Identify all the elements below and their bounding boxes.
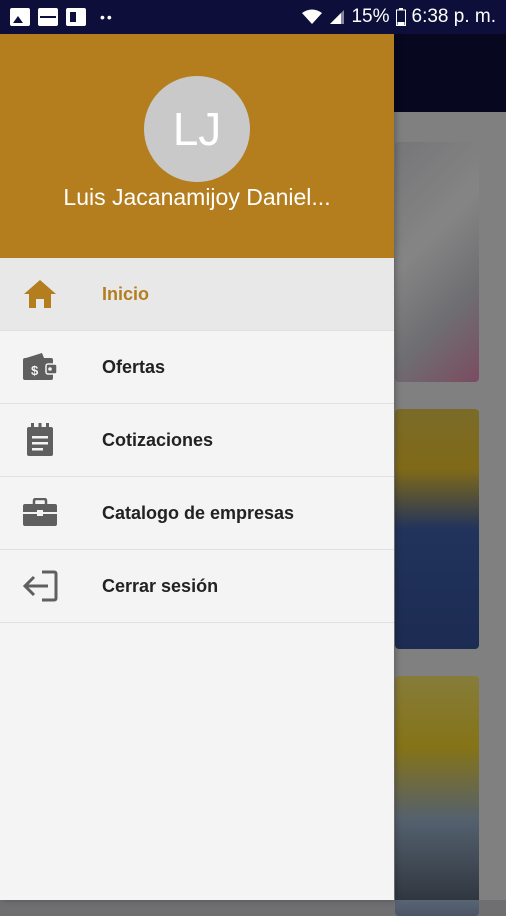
- menu-item-label: Catalogo de empresas: [102, 502, 295, 523]
- activity-notification-icon: [38, 8, 58, 26]
- wifi-icon: [301, 9, 323, 25]
- drawer-header: LJ Luis Jacanamijoy Daniel...: [0, 34, 394, 258]
- flipboard-notification-icon: [66, 8, 86, 26]
- menu-item-label: Ofertas: [102, 356, 166, 377]
- home-icon: [21, 275, 59, 313]
- user-name: Luis Jacanamijoy Daniel...: [63, 184, 331, 210]
- menu-item-ofertas[interactable]: $ Ofertas: [0, 331, 394, 404]
- battery-icon: [395, 8, 406, 26]
- signal-icon: [329, 9, 345, 25]
- wallet-icon: $: [21, 348, 59, 386]
- menu-item-label: Inicio: [102, 283, 150, 304]
- avatar[interactable]: LJ: [144, 76, 250, 182]
- status-bar: •• 15% 6:38 p. m.: [0, 0, 506, 34]
- menu-item-label: Cerrar sesión: [102, 575, 219, 596]
- menu-item-catalogo-de-empresas[interactable]: Catalogo de empresas: [0, 477, 394, 550]
- menu-item-cotizaciones[interactable]: Cotizaciones: [0, 404, 394, 477]
- battery-percent: 15%: [351, 6, 390, 27]
- navigation-drawer: LJ Luis Jacanamijoy Daniel... Inicio $ O…: [0, 34, 394, 900]
- more-notifications-icon: ••: [100, 9, 114, 25]
- clock: 6:38 p. m.: [411, 6, 497, 27]
- briefcase-icon: [21, 494, 59, 532]
- svg-text:$: $: [31, 363, 39, 378]
- menu-item-inicio[interactable]: Inicio: [0, 258, 394, 331]
- menu-item-label: Cotizaciones: [102, 429, 214, 450]
- clipboard-icon: [21, 421, 59, 459]
- image-notification-icon: [10, 8, 30, 26]
- logout-icon: [21, 567, 59, 605]
- menu-item-cerrar-sesion[interactable]: Cerrar sesión: [0, 550, 394, 623]
- drawer-menu: Inicio $ Ofertas Cotizaciones Catalogo d…: [0, 258, 394, 623]
